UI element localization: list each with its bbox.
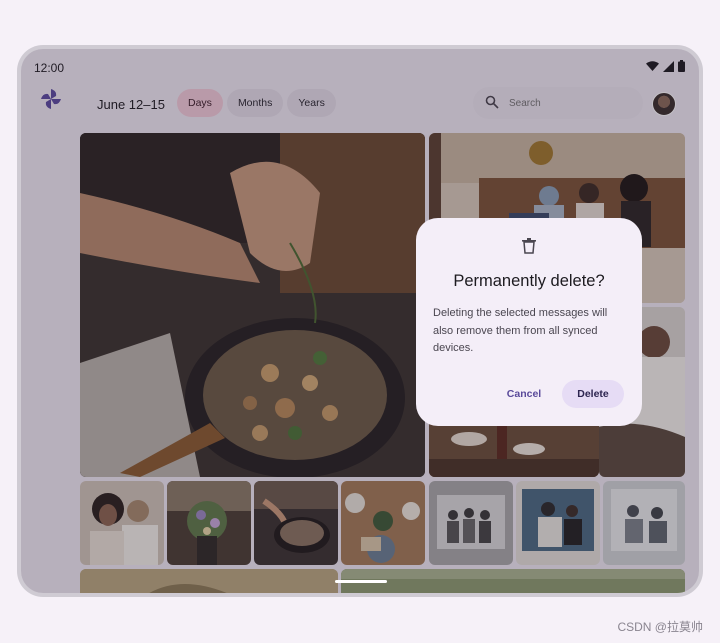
thumb-bw-group[interactable] bbox=[429, 481, 513, 565]
dialog-title: Permanently delete? bbox=[453, 272, 605, 290]
view-filter-chips: Days Months Years bbox=[177, 89, 336, 117]
photo-cooking-hero-image bbox=[80, 133, 425, 477]
thumb-blue-sofa-image bbox=[516, 481, 600, 565]
delete-confirm-dialog: Permanently delete? Deleting the selecte… bbox=[416, 218, 642, 426]
trash-icon bbox=[522, 238, 536, 254]
thumb-table-top[interactable] bbox=[341, 481, 425, 565]
thumb-bw-sketch-image bbox=[603, 481, 685, 565]
thumb-table-top-image bbox=[341, 481, 425, 565]
photo-bottom-left[interactable] bbox=[80, 569, 338, 593]
chip-months[interactable]: Months bbox=[226, 89, 284, 117]
thumb-flowers[interactable] bbox=[167, 481, 251, 565]
photo-dining-table-image bbox=[429, 419, 599, 477]
date-range-title: June 12–15 bbox=[97, 97, 165, 112]
delete-button[interactable]: Delete bbox=[562, 380, 624, 408]
home-indicator[interactable] bbox=[335, 580, 387, 583]
photo-cooking-hero[interactable] bbox=[80, 133, 425, 477]
cancel-button[interactable]: Cancel bbox=[502, 380, 546, 408]
dialog-body: Deleting the selected messages will also… bbox=[433, 307, 608, 354]
thumb-pan[interactable] bbox=[254, 481, 338, 565]
photo-bottom-right-image bbox=[341, 569, 685, 593]
app-logo-icon[interactable] bbox=[39, 87, 63, 111]
thumb-bw-group-image bbox=[429, 481, 513, 565]
wifi-icon bbox=[646, 60, 659, 71]
photo-bottom-left-image bbox=[80, 569, 338, 593]
avatar[interactable] bbox=[652, 92, 676, 116]
thumb-couple-image bbox=[80, 481, 164, 565]
search-input[interactable] bbox=[509, 93, 629, 113]
battery-icon bbox=[678, 60, 685, 72]
thumb-couple[interactable] bbox=[80, 481, 164, 565]
status-icons bbox=[646, 60, 685, 72]
chip-years[interactable]: Years bbox=[287, 89, 336, 117]
thumb-flowers-image bbox=[167, 481, 251, 565]
app-bar: June 12–15 Days Months Years bbox=[21, 85, 699, 129]
search-bar[interactable] bbox=[473, 87, 643, 119]
cellular-icon bbox=[663, 60, 674, 72]
photo-dining-table[interactable] bbox=[429, 419, 599, 477]
tablet-frame: 12:00 June 12–15 Days Months Years Searc… bbox=[17, 45, 703, 597]
screen: 12:00 June 12–15 Days Months Years Searc… bbox=[21, 49, 699, 593]
chip-days[interactable]: Days bbox=[177, 89, 223, 117]
thumb-bw-sketch[interactable] bbox=[603, 481, 685, 565]
search-icon bbox=[485, 95, 499, 109]
status-time: 12:00 bbox=[34, 61, 65, 75]
photo-bottom-right[interactable] bbox=[341, 569, 685, 593]
watermark: CSDN @拉莫帅 bbox=[617, 620, 703, 634]
thumb-blue-sofa[interactable] bbox=[516, 481, 600, 565]
thumb-pan-image bbox=[254, 481, 338, 565]
status-bar: 12:00 bbox=[21, 49, 699, 85]
